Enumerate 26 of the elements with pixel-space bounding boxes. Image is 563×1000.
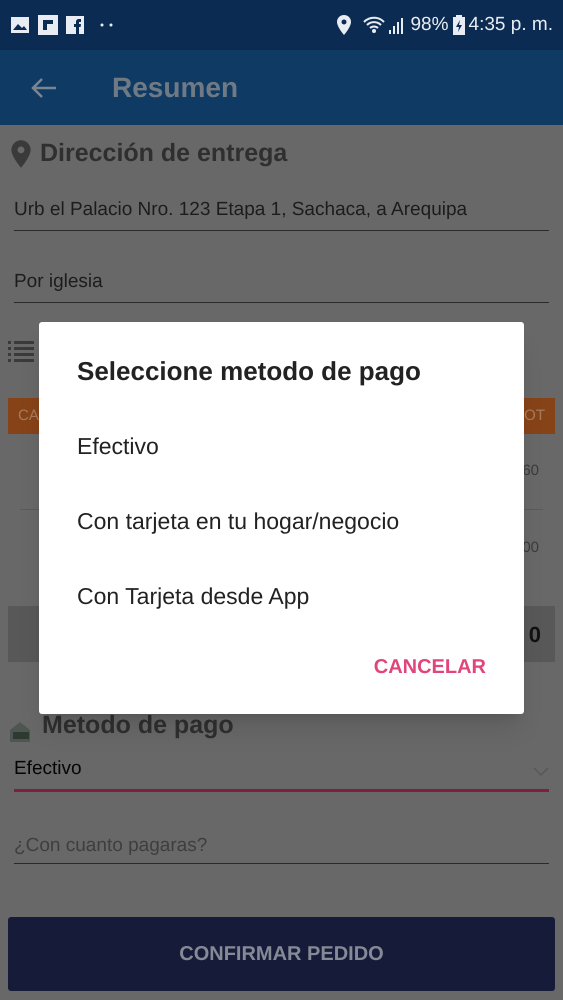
list-icon [8,338,34,362]
dialog-title: Seleccione metodo de pago [77,355,422,388]
back-arrow-icon [31,76,57,98]
address-field[interactable]: Urb el Palacio Nro. 123 Etapa 1, Sachaca, a Arequipa [14,183,549,231]
battery-percent: 98% [410,12,448,37]
section-heading: Dirección de entrega [40,138,288,170]
clock: 4:35 p. m. [468,12,553,37]
app-icon [38,15,58,35]
more-icon [100,23,114,27]
payment-option[interactable]: Efectivo [39,409,524,484]
battery-charging-icon [452,15,464,35]
payment-method-select[interactable]: Efectivo [14,744,549,792]
location-icon [10,140,32,168]
header-label: OT [524,406,545,426]
screen-title: Resumen [112,70,238,104]
image-icon [10,16,30,34]
payment-option[interactable]: Con tarjeta en tu hogar/negocio [39,484,524,559]
location-icon [336,15,352,35]
cancel-button[interactable]: CANCELAR [366,646,494,688]
wifi-icon [362,16,386,34]
total-amount: 0 [528,620,541,648]
reference-field[interactable]: Por iglesia [14,255,549,303]
confirm-order-button[interactable]: CONFIRMAR PEDIDO [8,917,555,991]
payment-option[interactable]: Con Tarjeta desde App [39,559,524,634]
facebook-icon [66,16,84,34]
header-label: CA [18,406,39,426]
